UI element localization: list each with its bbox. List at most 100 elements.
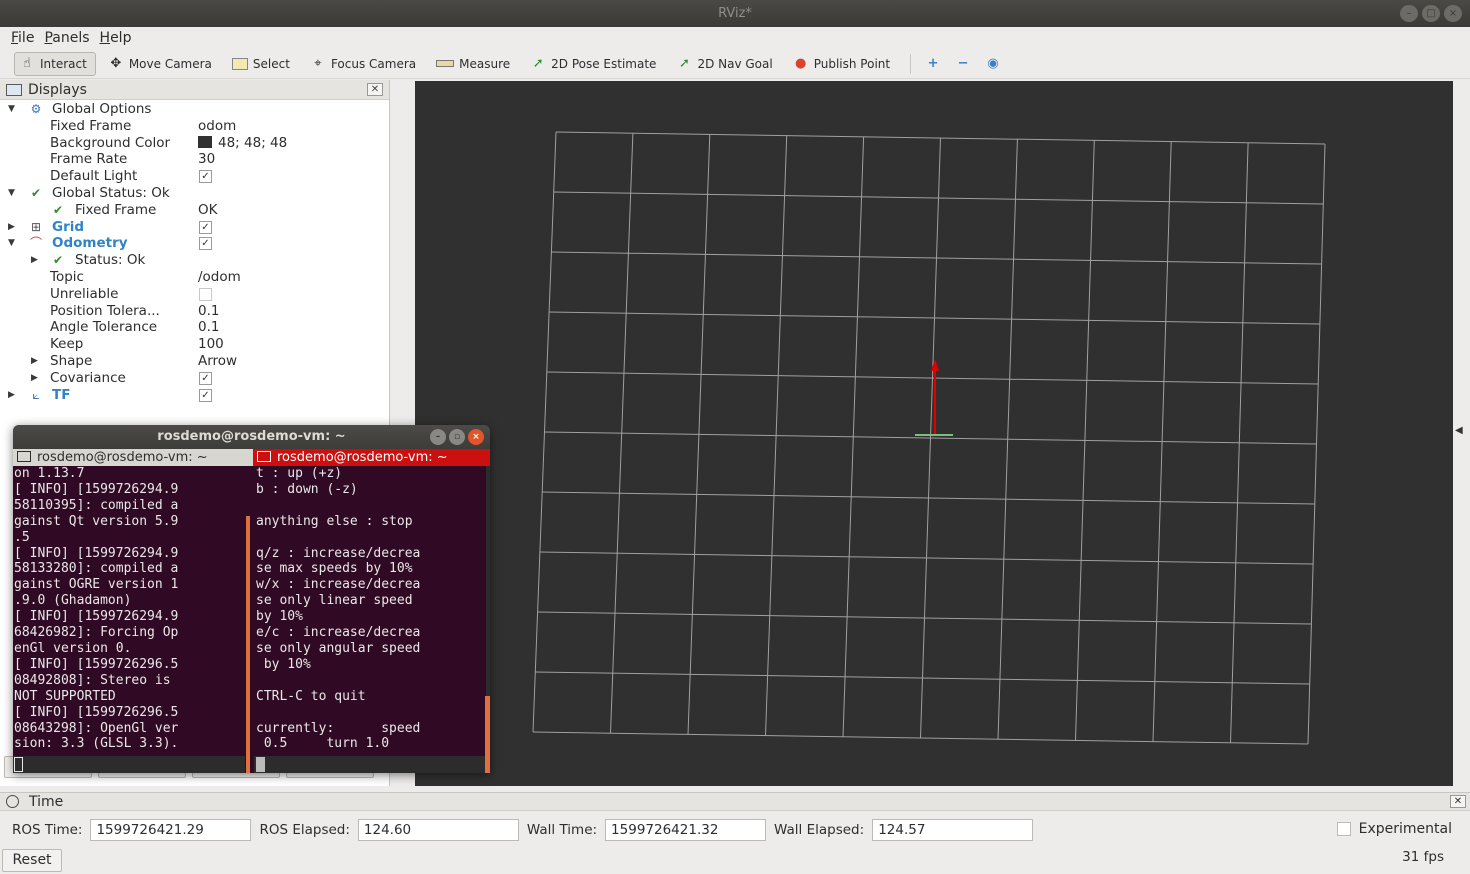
terminal-minimize-icon[interactable]: – [430,429,446,445]
crosshair-icon: ⌖ [314,55,322,71]
nav-goal-tool-button[interactable]: ➚ 2D Nav Goal [672,52,780,76]
tree-row-shape[interactable]: ▶ Shape Arrow [0,353,389,370]
reset-button[interactable]: Reset [2,849,62,872]
eye-icon: ◉ [987,55,999,71]
terminal-tab-right[interactable]: rosdemo@rosdemo-vm: ~ [253,449,490,466]
terminal-pane-right[interactable]: t : up (+z) b : down (-z) anything else … [254,466,486,756]
grid-display [532,131,1326,745]
expand-down-icon[interactable]: ▼ [8,101,18,118]
tree-row-global-options[interactable]: ▼ ⚙ Global Options [0,101,389,118]
displays-panel-header: Displays [0,80,389,100]
tree-row-global-status[interactable]: ▼ ✔ Global Status: Ok [0,185,389,202]
tree-row-covariance[interactable]: ▶ Covariance ✓ [0,370,389,387]
expand-right-icon[interactable]: ▶ [8,219,18,236]
gear-icon: ⚙ [30,102,42,116]
tree-row-grid[interactable]: ▶ ⊞ Grid ✓ [0,219,389,236]
color-swatch [198,135,212,148]
collapse-right-panel-icon[interactable]: ◀ [1455,425,1463,436]
wall-time-field[interactable]: 1599726421.32 [605,819,767,841]
panel-close-icon[interactable]: ✕ [367,83,383,96]
tree-row-odometry-status[interactable]: ▶ ✔ Status: Ok [0,252,389,269]
check-icon: ✔ [52,202,64,217]
time-panel-header: Time [0,793,1470,811]
remove-tool-button[interactable]: − [951,52,979,76]
terminal-close-icon[interactable]: × [468,429,484,445]
time-fields: ROS Time: 1599726421.29 ROS Elapsed: 124… [12,819,1041,841]
terminal-maximize-icon[interactable]: ▫ [449,429,465,445]
tree-row-unreliable[interactable]: Unreliable [0,286,389,303]
plus-icon: + [927,55,939,71]
expand-right-icon[interactable]: ▶ [31,370,41,387]
minus-icon: − [957,55,969,71]
covariance-checkbox[interactable]: ✓ [199,371,212,385]
pose-estimate-tool-button[interactable]: ➚ 2D Pose Estimate [526,52,664,76]
expand-down-icon[interactable]: ▼ [8,185,18,202]
pane-divider[interactable] [245,466,254,773]
tree-row-status-fixed-frame[interactable]: ✔ Fixed Frame OK [0,202,389,219]
panel-close-icon[interactable]: ✕ [1450,795,1466,808]
experimental-checkbox[interactable] [1336,822,1351,836]
terminal-pane-left[interactable]: on 1.13.7 [ INFO] [1599726294.9 58110395… [13,466,245,756]
experimental-toggle[interactable]: Experimental [1336,821,1452,837]
terminal-tabs: rosdemo@rosdemo-vm: ~ rosdemo@rosdemo-vm… [13,449,490,466]
tree-row-topic[interactable]: Topic /odom [0,269,389,286]
terminal-icon [17,451,31,462]
maximize-icon[interactable]: □ [1422,5,1440,22]
tree-row-keep[interactable]: Keep 100 [0,336,389,353]
default-light-checkbox[interactable]: ✓ [199,170,212,184]
fps-counter: 31 fps [1402,849,1444,865]
measure-tool-button[interactable]: Measure [432,52,518,76]
focus-camera-tool-button[interactable]: ⌖ Focus Camera [306,52,424,76]
select-tool-button[interactable]: Select [228,52,298,76]
menu-help[interactable]: Help [95,27,137,49]
publish-point-tool-button[interactable]: ● Publish Point [789,52,898,76]
odometry-arrow-icon: ⌒ [29,236,42,251]
toolbar-separator [910,53,912,74]
move-camera-tool-button[interactable]: ✥ Move Camera [104,52,220,76]
hand-pointer-icon: ☝ [23,55,31,71]
clock-icon [6,795,19,808]
tree-row-odometry[interactable]: ▼ ⌒ Odometry ✓ [0,235,389,252]
pane-scrollbar[interactable] [246,516,250,773]
wall-elapsed-field[interactable]: 124.57 [872,819,1034,841]
tf-checkbox[interactable]: ✓ [199,388,212,402]
tool-properties-button[interactable]: ◉ [981,52,1009,76]
terminal-window[interactable]: rosdemo@rosdemo-vm: ~ – ▫ × rosdemo@rosd… [13,425,490,773]
terminal-tab-left[interactable]: rosdemo@rosdemo-vm: ~ [13,449,253,466]
close-icon[interactable]: × [1444,5,1462,22]
tree-row-angle-tolerance[interactable]: Angle Tolerance 0.1 [0,319,389,336]
add-tool-button[interactable]: + [921,52,949,76]
ros-elapsed-field[interactable]: 124.60 [357,819,519,841]
expand-right-icon[interactable]: ▶ [31,252,41,269]
minimize-icon[interactable]: – [1400,5,1418,22]
terminal-cursor [14,757,23,772]
expand-down-icon[interactable]: ▼ [8,235,18,252]
expand-right-icon[interactable]: ▶ [31,353,41,370]
axes-icon: ⟀ [32,387,40,402]
interact-tool-button[interactable]: ☝ Interact [14,51,96,76]
menu-panels[interactable]: Panels [39,27,94,49]
tree-row-position-tolerance[interactable]: Position Tolera... 0.1 [0,303,389,320]
grid-checkbox[interactable]: ✓ [199,220,212,234]
tree-row-background-color[interactable]: Background Color 48; 48; 48 [0,135,389,152]
ros-time-field[interactable]: 1599726421.29 [90,819,252,841]
tree-row-tf[interactable]: ▶ ⟀ TF ✓ [0,387,389,404]
menu-file[interactable]: File [6,27,39,49]
odometry-checkbox[interactable]: ✓ [199,237,212,251]
expand-right-icon[interactable]: ▶ [8,387,18,404]
tree-row-default-light[interactable]: Default Light ✓ [0,168,389,185]
green-arrow-icon: ➚ [678,55,690,71]
unreliable-checkbox[interactable] [199,287,212,301]
tree-row-frame-rate[interactable]: Frame Rate 30 [0,151,389,168]
green-arrow-icon: ➚ [532,55,544,71]
render-3d-view[interactable] [415,81,1453,786]
terminal-icon [257,451,271,462]
tools-toolbar: ☝ Interact ✥ Move Camera Select ⌖ Focus … [0,49,1470,79]
window-title: RViz* [718,6,752,21]
map-pin-icon: ● [795,55,807,71]
terminal-body: on 1.13.7 [ INFO] [1599726294.9 58110395… [13,466,490,773]
monitor-icon [6,83,22,96]
tree-row-fixed-frame[interactable]: Fixed Frame odom [0,118,389,135]
tf-frame-marker [915,434,953,436]
terminal-scrollbar[interactable] [485,696,490,773]
